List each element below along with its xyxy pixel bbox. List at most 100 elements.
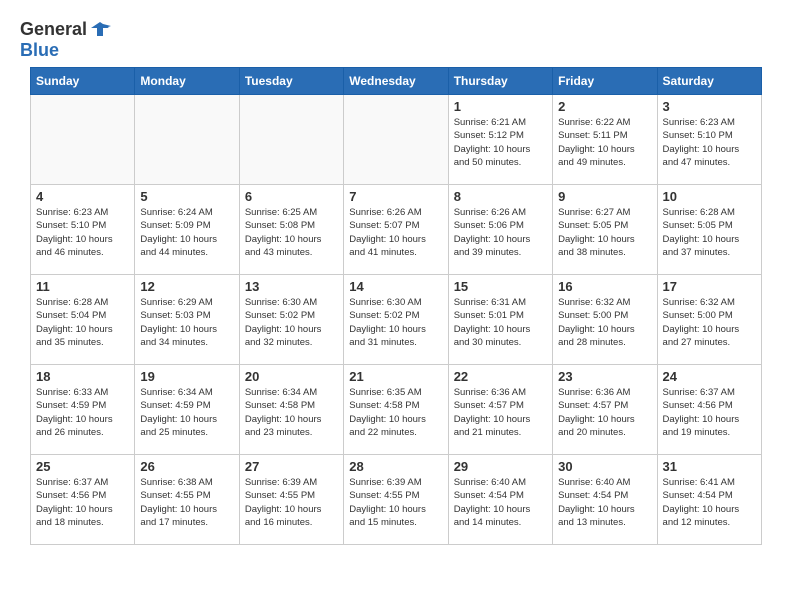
day-number: 7	[349, 189, 442, 204]
col-header-tuesday: Tuesday	[239, 68, 343, 95]
day-info: Sunrise: 6:26 AM Sunset: 5:06 PM Dayligh…	[454, 206, 547, 259]
calendar-cell: 21 Sunrise: 6:35 AM Sunset: 4:58 PM Dayli…	[344, 365, 448, 455]
calendar-cell: 9 Sunrise: 6:27 AM Sunset: 5:05 PM Daylig…	[553, 185, 657, 275]
day-info: Sunrise: 6:37 AM Sunset: 4:56 PM Dayligh…	[663, 386, 756, 439]
day-info: Sunrise: 6:32 AM Sunset: 5:00 PM Dayligh…	[663, 296, 756, 349]
day-info: Sunrise: 6:34 AM Sunset: 4:59 PM Dayligh…	[140, 386, 233, 439]
day-info: Sunrise: 6:40 AM Sunset: 4:54 PM Dayligh…	[454, 476, 547, 529]
day-info: Sunrise: 6:27 AM Sunset: 5:05 PM Dayligh…	[558, 206, 651, 259]
day-info: Sunrise: 6:32 AM Sunset: 5:00 PM Dayligh…	[558, 296, 651, 349]
day-number: 9	[558, 189, 651, 204]
day-number: 15	[454, 279, 547, 294]
calendar-week-row: 11 Sunrise: 6:28 AM Sunset: 5:04 PM Dayli…	[31, 275, 762, 365]
calendar-cell: 25 Sunrise: 6:37 AM Sunset: 4:56 PM Dayli…	[31, 455, 135, 545]
calendar-cell: 4 Sunrise: 6:23 AM Sunset: 5:10 PM Daylig…	[31, 185, 135, 275]
calendar-cell	[31, 95, 135, 185]
day-info: Sunrise: 6:31 AM Sunset: 5:01 PM Dayligh…	[454, 296, 547, 349]
logo-general-text: General	[20, 19, 87, 40]
calendar-cell: 19 Sunrise: 6:34 AM Sunset: 4:59 PM Dayli…	[135, 365, 239, 455]
calendar-cell: 10Sunrise: 6:28 AM Sunset: 5:05 PM Dayli…	[657, 185, 761, 275]
calendar-week-row: 25 Sunrise: 6:37 AM Sunset: 4:56 PM Dayli…	[31, 455, 762, 545]
day-number: 2	[558, 99, 651, 114]
day-number: 30	[558, 459, 651, 474]
calendar-cell: 2 Sunrise: 6:22 AM Sunset: 5:11 PM Daylig…	[553, 95, 657, 185]
calendar-cell: 18 Sunrise: 6:33 AM Sunset: 4:59 PM Dayli…	[31, 365, 135, 455]
calendar-cell: 17 Sunrise: 6:32 AM Sunset: 5:00 PM Dayli…	[657, 275, 761, 365]
calendar-week-row: 18 Sunrise: 6:33 AM Sunset: 4:59 PM Dayli…	[31, 365, 762, 455]
day-info: Sunrise: 6:41 AM Sunset: 4:54 PM Dayligh…	[663, 476, 756, 529]
calendar-cell: 26 Sunrise: 6:38 AM Sunset: 4:55 PM Dayli…	[135, 455, 239, 545]
day-info: Sunrise: 6:24 AM Sunset: 5:09 PM Dayligh…	[140, 206, 233, 259]
day-number: 4	[36, 189, 129, 204]
logo-bird-icon	[89, 18, 111, 40]
calendar-cell: 31 Sunrise: 6:41 AM Sunset: 4:54 PM Dayli…	[657, 455, 761, 545]
day-info: Sunrise: 6:36 AM Sunset: 4:57 PM Dayligh…	[558, 386, 651, 439]
day-info: Sunrise: 6:30 AM Sunset: 5:02 PM Dayligh…	[349, 296, 442, 349]
day-number: 8	[454, 189, 547, 204]
day-number: 5	[140, 189, 233, 204]
calendar-cell: 13Sunrise: 6:30 AM Sunset: 5:02 PM Dayli…	[239, 275, 343, 365]
calendar-cell: 22 Sunrise: 6:36 AM Sunset: 4:57 PM Dayli…	[448, 365, 552, 455]
calendar-cell: 15 Sunrise: 6:31 AM Sunset: 5:01 PM Dayli…	[448, 275, 552, 365]
calendar-cell	[344, 95, 448, 185]
day-info: Sunrise: 6:38 AM Sunset: 4:55 PM Dayligh…	[140, 476, 233, 529]
day-number: 1	[454, 99, 547, 114]
day-number: 19	[140, 369, 233, 384]
day-number: 11	[36, 279, 129, 294]
calendar-cell: 3 Sunrise: 6:23 AM Sunset: 5:10 PM Daylig…	[657, 95, 761, 185]
col-header-friday: Friday	[553, 68, 657, 95]
col-header-saturday: Saturday	[657, 68, 761, 95]
day-info: Sunrise: 6:23 AM Sunset: 5:10 PM Dayligh…	[663, 116, 756, 169]
col-header-wednesday: Wednesday	[344, 68, 448, 95]
calendar-cell: 11 Sunrise: 6:28 AM Sunset: 5:04 PM Dayli…	[31, 275, 135, 365]
day-info: Sunrise: 6:22 AM Sunset: 5:11 PM Dayligh…	[558, 116, 651, 169]
day-number: 18	[36, 369, 129, 384]
calendar-cell: 5 Sunrise: 6:24 AM Sunset: 5:09 PM Daylig…	[135, 185, 239, 275]
day-number: 25	[36, 459, 129, 474]
day-info: Sunrise: 6:33 AM Sunset: 4:59 PM Dayligh…	[36, 386, 129, 439]
logo: General Blue	[20, 18, 111, 61]
calendar: SundayMondayTuesdayWednesdayThursdayFrid…	[30, 67, 762, 545]
day-number: 3	[663, 99, 756, 114]
day-info: Sunrise: 6:29 AM Sunset: 5:03 PM Dayligh…	[140, 296, 233, 349]
day-info: Sunrise: 6:26 AM Sunset: 5:07 PM Dayligh…	[349, 206, 442, 259]
day-info: Sunrise: 6:28 AM Sunset: 5:04 PM Dayligh…	[36, 296, 129, 349]
col-header-sunday: Sunday	[31, 68, 135, 95]
day-number: 14	[349, 279, 442, 294]
calendar-cell	[135, 95, 239, 185]
day-info: Sunrise: 6:36 AM Sunset: 4:57 PM Dayligh…	[454, 386, 547, 439]
calendar-cell: 7 Sunrise: 6:26 AM Sunset: 5:07 PM Daylig…	[344, 185, 448, 275]
calendar-cell: 20Sunrise: 6:34 AM Sunset: 4:58 PM Dayli…	[239, 365, 343, 455]
day-info: Sunrise: 6:35 AM Sunset: 4:58 PM Dayligh…	[349, 386, 442, 439]
day-number: 23	[558, 369, 651, 384]
calendar-week-row: 4 Sunrise: 6:23 AM Sunset: 5:10 PM Daylig…	[31, 185, 762, 275]
day-info: Sunrise: 6:40 AM Sunset: 4:54 PM Dayligh…	[558, 476, 651, 529]
calendar-cell: 28 Sunrise: 6:39 AM Sunset: 4:55 PM Dayli…	[344, 455, 448, 545]
day-number: 17	[663, 279, 756, 294]
calendar-cell: 1Sunrise: 6:21 AM Sunset: 5:12 PM Daylig…	[448, 95, 552, 185]
day-info: Sunrise: 6:23 AM Sunset: 5:10 PM Dayligh…	[36, 206, 129, 259]
calendar-cell: 12Sunrise: 6:29 AM Sunset: 5:03 PM Dayli…	[135, 275, 239, 365]
calendar-cell: 14 Sunrise: 6:30 AM Sunset: 5:02 PM Dayli…	[344, 275, 448, 365]
calendar-cell: 30 Sunrise: 6:40 AM Sunset: 4:54 PM Dayli…	[553, 455, 657, 545]
day-info: Sunrise: 6:25 AM Sunset: 5:08 PM Dayligh…	[245, 206, 338, 259]
day-number: 28	[349, 459, 442, 474]
calendar-cell: 24Sunrise: 6:37 AM Sunset: 4:56 PM Dayli…	[657, 365, 761, 455]
col-header-monday: Monday	[135, 68, 239, 95]
calendar-cell: 23 Sunrise: 6:36 AM Sunset: 4:57 PM Dayli…	[553, 365, 657, 455]
day-number: 16	[558, 279, 651, 294]
day-number: 10	[663, 189, 756, 204]
logo-blue-text: Blue	[20, 40, 59, 60]
day-number: 31	[663, 459, 756, 474]
day-number: 21	[349, 369, 442, 384]
day-info: Sunrise: 6:39 AM Sunset: 4:55 PM Dayligh…	[349, 476, 442, 529]
day-number: 29	[454, 459, 547, 474]
day-number: 22	[454, 369, 547, 384]
calendar-cell: 16 Sunrise: 6:32 AM Sunset: 5:00 PM Dayli…	[553, 275, 657, 365]
calendar-cell: 6Sunrise: 6:25 AM Sunset: 5:08 PM Daylig…	[239, 185, 343, 275]
day-number: 26	[140, 459, 233, 474]
day-number: 20	[245, 369, 338, 384]
day-number: 13	[245, 279, 338, 294]
calendar-cell	[239, 95, 343, 185]
day-info: Sunrise: 6:37 AM Sunset: 4:56 PM Dayligh…	[36, 476, 129, 529]
